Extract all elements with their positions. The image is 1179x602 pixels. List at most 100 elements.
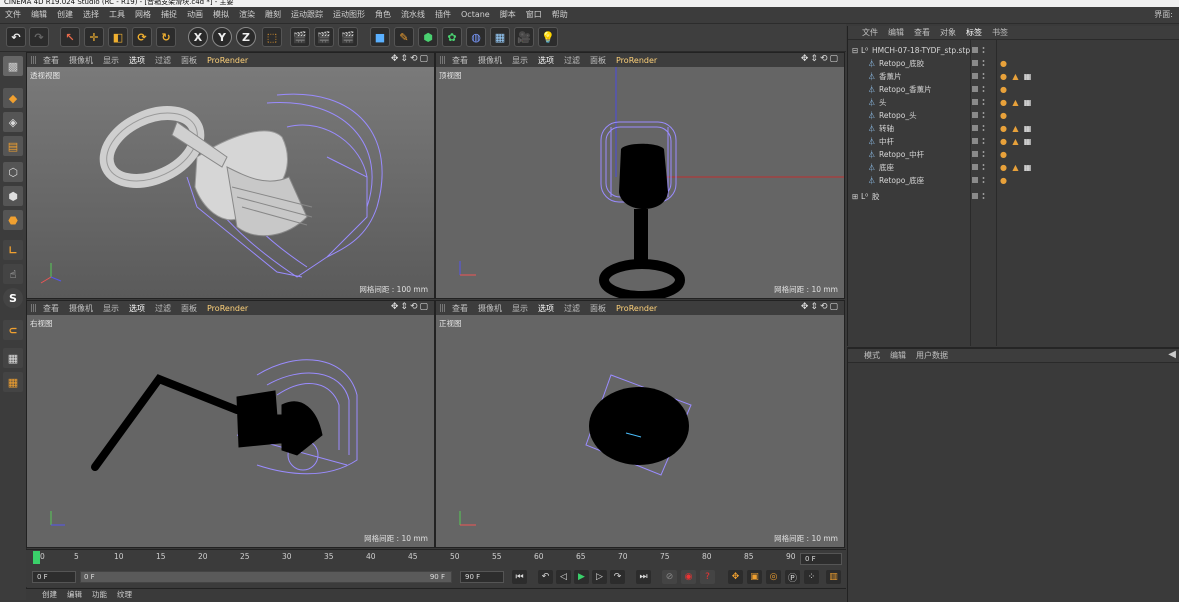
selection-tag-icon[interactable]: ▲ (1011, 98, 1020, 107)
render-settings-icon[interactable]: 🎬 (338, 27, 358, 47)
viewport-menu-options[interactable]: 选项 (129, 55, 145, 66)
keyframe-selection-icon[interactable]: ? (700, 570, 715, 584)
redo-icon[interactable]: ↷ (29, 27, 49, 47)
menu-mesh[interactable]: 网格 (130, 7, 156, 23)
phong-tag-icon[interactable]: ● (999, 72, 1008, 81)
menu-pipeline[interactable]: 流水线 (396, 7, 430, 23)
deformer-icon[interactable]: ◍ (466, 27, 486, 47)
x-axis-button[interactable]: X (188, 27, 208, 47)
visibility-dots[interactable] (982, 163, 985, 172)
viewport-nav-icons[interactable]: ✥⇕⟲▢ (801, 302, 840, 312)
mat-menu-create[interactable]: 创建 (42, 589, 57, 600)
menu-file[interactable]: 文件 (0, 7, 26, 23)
camera-icon[interactable]: 🎥 (514, 27, 534, 47)
viewport-menu-view[interactable]: 查看 (43, 55, 59, 66)
menu-window[interactable]: 窗口 (521, 7, 547, 23)
viewport-front[interactable]: 查看 摄像机 显示 选项 过滤 面板 ProRender ✥⇕⟲▢ 正视图 网格… (435, 300, 845, 548)
material-tag-icon[interactable]: ▦ (1023, 124, 1032, 133)
menu-render[interactable]: 渲染 (234, 7, 260, 23)
viewport-menu-prorender[interactable]: ProRender (207, 56, 248, 65)
viewport-menu-camera[interactable]: 摄像机 (478, 303, 502, 314)
layer-toggle[interactable] (972, 151, 978, 157)
phong-tag-icon[interactable]: ● (999, 137, 1008, 146)
am-menu-user-data[interactable]: 用户数据 (916, 350, 948, 361)
previous-frame-icon[interactable]: ◁ (556, 570, 571, 584)
viewport-menu-filter[interactable]: 过滤 (564, 303, 580, 314)
viewport-menu-view[interactable]: 查看 (452, 303, 468, 314)
visibility-dots[interactable] (982, 150, 985, 159)
viewport-menu-options[interactable]: 选项 (129, 303, 145, 314)
tree-item[interactable]: ⏃ Retopo_底胶 ● (848, 57, 1179, 70)
menu-animate[interactable]: 动画 (182, 7, 208, 23)
collapse-icon[interactable]: ⊟ (852, 44, 858, 57)
recent-tool-icon[interactable]: ↻ (156, 27, 176, 47)
visibility-dots[interactable] (982, 124, 985, 133)
pen-icon[interactable]: ✎ (394, 27, 414, 47)
phong-tag-icon[interactable]: ● (999, 124, 1008, 133)
render-view-icon[interactable]: 🎬 (290, 27, 310, 47)
selection-tag-icon[interactable]: ▲ (1011, 137, 1020, 146)
menu-edit[interactable]: 编辑 (26, 7, 52, 23)
z-axis-button[interactable]: Z (236, 27, 256, 47)
viewport-menu-options[interactable]: 选项 (538, 55, 554, 66)
expand-icon[interactable]: ⊞ (852, 190, 858, 203)
phong-tag-icon[interactable]: ● (999, 85, 1008, 94)
viewport-menu-prorender[interactable]: ProRender (616, 304, 657, 313)
tree-item[interactable]: ⏃ Retopo_香薰片 ● (848, 83, 1179, 96)
go-to-end-icon[interactable]: ⏭ (636, 570, 651, 584)
make-editable-icon[interactable]: ▩ (3, 56, 23, 76)
viewport-menu-filter[interactable]: 过滤 (155, 303, 171, 314)
viewport-menu-options[interactable]: 选项 (538, 303, 554, 314)
om-menu-tags[interactable]: 标签 (966, 27, 982, 38)
tree-item[interactable]: ⏃ 香薰片 ● ▲ ▦ (848, 70, 1179, 83)
subdivision-icon[interactable]: ⬢ (418, 27, 438, 47)
selection-tag-icon[interactable]: ▲ (1011, 72, 1020, 81)
menu-script[interactable]: 脚本 (495, 7, 521, 23)
lock-workplane-icon[interactable]: ▦ (3, 348, 23, 368)
playhead[interactable] (33, 551, 40, 564)
cube-icon[interactable]: ■ (370, 27, 390, 47)
phong-tag-icon[interactable]: ● (999, 111, 1008, 120)
tree-item[interactable]: ⊞ L⁰ 胶 (848, 190, 1179, 203)
phong-tag-icon[interactable]: ● (999, 163, 1008, 172)
viewport-menu-filter[interactable]: 过滤 (564, 55, 580, 66)
viewport-menu-display[interactable]: 显示 (103, 303, 119, 314)
rotate-icon[interactable]: ⟳ (132, 27, 152, 47)
phong-tag-icon[interactable]: ● (999, 150, 1008, 159)
menu-snap[interactable]: 捕捉 (156, 7, 182, 23)
go-to-start-icon[interactable]: ⏮ (512, 570, 527, 584)
auto-key-icon[interactable]: ◉ (681, 570, 696, 584)
am-menu-mode[interactable]: 模式 (864, 350, 880, 361)
axis-mode-icon[interactable]: ∟ (3, 240, 23, 260)
tweak-mode-icon[interactable]: ☝ (3, 264, 23, 284)
next-key-icon[interactable]: ↷ (610, 570, 625, 584)
viewport-menu-camera[interactable]: 摄像机 (69, 55, 93, 66)
undo-icon[interactable]: ↶ (6, 27, 26, 47)
tree-item[interactable]: ⏃ Retopo_底座 ● (848, 174, 1179, 187)
material-tag-icon[interactable]: ▦ (1023, 72, 1032, 81)
previous-key-icon[interactable]: ↶ (538, 570, 553, 584)
visibility-dots[interactable] (982, 59, 985, 68)
layer-toggle[interactable] (972, 47, 978, 53)
tree-item[interactable]: ⏃ 转轴 ● ▲ ▦ (848, 122, 1179, 135)
magnet-icon[interactable]: ⊂ (3, 320, 23, 340)
viewport-menu-prorender[interactable]: ProRender (207, 304, 248, 313)
scale-icon[interactable]: ◧ (108, 27, 128, 47)
viewport-nav-icons[interactable]: ✥⇕⟲▢ (391, 54, 430, 64)
menu-tools[interactable]: 工具 (104, 7, 130, 23)
viewport-menu-display[interactable]: 显示 (103, 55, 119, 66)
layer-toggle[interactable] (972, 73, 978, 79)
timeline-window-icon[interactable]: ▥ (826, 570, 841, 584)
om-menu-file[interactable]: 文件 (862, 27, 878, 38)
visibility-dots[interactable] (982, 176, 985, 185)
viewport-menu-view[interactable]: 查看 (43, 303, 59, 314)
frame-range-slider[interactable]: 0 F 90 F (80, 571, 452, 583)
menu-mograph[interactable]: 运动图形 (328, 7, 370, 23)
viewport-perspective[interactable]: 查看 摄像机 显示 选项 过滤 面板 ProRender ✥⇕⟲▢ 透视视图 网… (26, 52, 435, 299)
snap-icon[interactable]: S (3, 288, 23, 308)
menu-plugins[interactable]: 插件 (430, 7, 456, 23)
light-icon[interactable]: 💡 (538, 27, 558, 47)
menu-motion-tracking[interactable]: 运动跟踪 (286, 7, 328, 23)
layer-toggle[interactable] (972, 164, 978, 170)
visibility-dots[interactable] (982, 111, 985, 120)
